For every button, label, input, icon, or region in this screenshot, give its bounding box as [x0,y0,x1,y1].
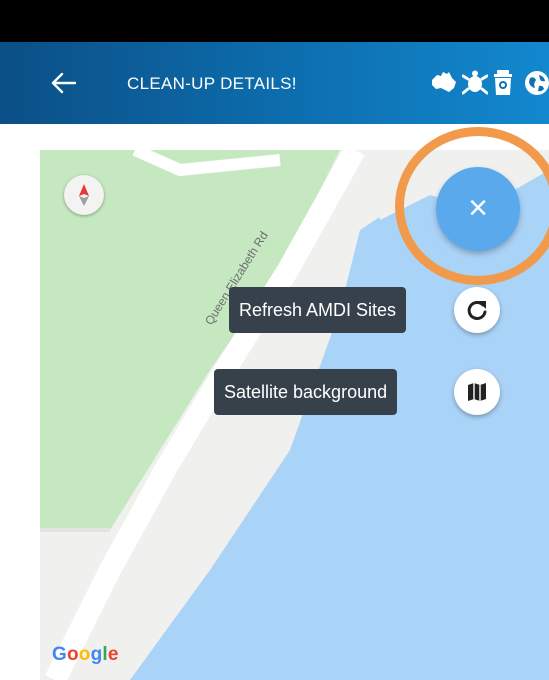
highlight-ring [395,127,549,285]
compass-icon[interactable] [64,175,104,215]
status-bar [0,0,549,42]
satellite-tooltip: Satellite background [214,369,398,415]
app-bar: CLEAN-UP DETAILS! [0,42,549,124]
australia-map-icon[interactable] [430,70,458,94]
map-icon [468,383,486,401]
back-arrow-icon[interactable] [50,72,76,94]
turtle-icon[interactable] [462,70,488,96]
bin-icon[interactable] [492,70,514,96]
globe-icon[interactable] [524,70,549,96]
refresh-button[interactable] [454,287,500,333]
google-logo: Google [52,644,119,665]
refresh-icon [467,300,487,320]
refresh-tooltip: Refresh AMDI Sites [229,287,407,333]
page-title: CLEAN-UP DETAILS! [127,74,297,93]
satellite-button[interactable] [454,369,500,415]
